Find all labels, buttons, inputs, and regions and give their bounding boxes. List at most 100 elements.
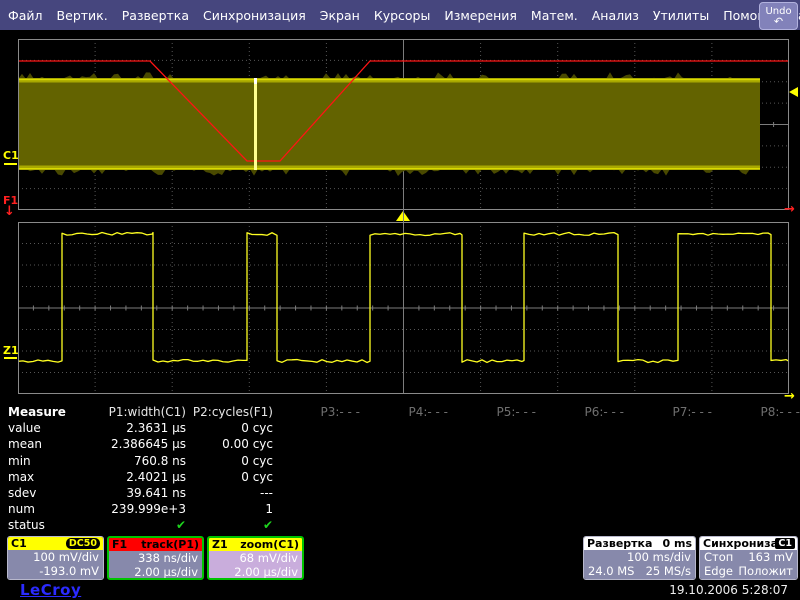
measure-value-p6-status xyxy=(536,517,624,533)
measure-col-header-p1[interactable]: P1:width(C1) xyxy=(108,404,186,420)
measure-value-p4-max xyxy=(360,469,448,485)
menu-item-measure[interactable]: Измерения xyxy=(444,8,517,23)
trigger-descriptor[interactable]: Синхронизац C1 Стоп 163 mV Edge Положит xyxy=(699,536,798,580)
menu-bar: Файл Вертик. Развертка Синхронизация Экр… xyxy=(0,0,800,30)
menu-item-vertical[interactable]: Вертик. xyxy=(57,8,108,23)
measure-col-header-p6[interactable]: P6:- - - xyxy=(536,404,624,420)
menu-item-timebase[interactable]: Развертка xyxy=(122,8,189,23)
measure-col-header-p5[interactable]: P5:- - - xyxy=(448,404,536,420)
undo-button[interactable]: Undo ↶ xyxy=(759,2,798,30)
measure-value-p7-status xyxy=(624,517,712,533)
measure-value-p8-status xyxy=(712,517,800,533)
measure-value-p4-min xyxy=(360,453,448,469)
measure-col-header-p3[interactable]: P3:- - - xyxy=(273,404,360,420)
measure-value-p2-mean: 0.00 cyc xyxy=(186,436,273,452)
top-waveform-grid[interactable] xyxy=(18,39,789,210)
trigger-level-marker-icon[interactable] xyxy=(789,87,798,97)
z1-box-title: Z1 xyxy=(212,538,228,551)
c1-volts-per-div: 100 mV/div xyxy=(12,550,99,564)
trigger-level: 163 mV xyxy=(748,550,793,564)
c1-trace-label[interactable]: C1 xyxy=(3,150,19,161)
measure-value-p4-num xyxy=(360,501,448,517)
measure-value-p1-status: ✔ xyxy=(108,517,186,533)
measure-value-p8-mean xyxy=(712,436,800,452)
measure-value-p3-mean xyxy=(273,436,360,452)
measure-value-p5-num xyxy=(448,501,536,517)
z1-horizontal-scale: 2.00 µs/div xyxy=(213,565,298,579)
measure-value-p1-value: 2.3631 µs xyxy=(108,420,186,436)
measure-row-label: max xyxy=(8,469,108,485)
timebase-descriptor[interactable]: Развертка 0 ms 100 ms/div 24.0 MS 25 MS/… xyxy=(583,536,696,580)
oscilloscope-screen: Файл Вертик. Развертка Синхронизация Экр… xyxy=(0,0,800,600)
trigger-slope: Положит xyxy=(738,564,793,578)
measure-col-header-p4[interactable]: P4:- - - xyxy=(360,404,448,420)
timebase-samplerate: 25 MS/s xyxy=(646,564,691,578)
measure-value-p8-sdev xyxy=(712,485,800,501)
trace-descriptor-z1[interactable]: Z1 zoom(C1) 68 mV/div 2.00 µs/div xyxy=(207,536,304,580)
measure-value-p1-num: 239.999e+3 xyxy=(108,501,186,517)
f1-box-title: F1 xyxy=(112,538,127,551)
undo-arrow-icon: ↶ xyxy=(774,17,783,27)
measure-row-label: value xyxy=(8,420,108,436)
measure-value-p3-num xyxy=(273,501,360,517)
menu-item-math[interactable]: Матем. xyxy=(531,8,578,23)
menu-item-cursors[interactable]: Курсоры xyxy=(374,8,431,23)
measure-value-p5-value xyxy=(448,420,536,436)
trace-descriptor-f1[interactable]: F1 track(P1) 338 ns/div 2.00 µs/div xyxy=(107,536,204,580)
menu-item-analysis[interactable]: Анализ xyxy=(592,8,639,23)
measure-col-header-p8[interactable]: P8:- - - xyxy=(712,404,800,420)
measure-value-p3-min xyxy=(273,453,360,469)
measure-value-p2-max: 0 cyc xyxy=(186,469,273,485)
z1-function: zoom(C1) xyxy=(240,538,299,551)
measure-title: Measure xyxy=(8,404,108,420)
trigger-source-badge: C1 xyxy=(775,538,795,549)
measure-value-p4-mean xyxy=(360,436,448,452)
measure-value-p3-status xyxy=(273,517,360,533)
measure-value-p7-min xyxy=(624,453,712,469)
measure-table: MeasureP1:width(C1)P2:cycles(F1)P3:- - -… xyxy=(8,404,794,534)
f1-offscreen-right-arrow-icon: → xyxy=(784,203,795,216)
measure-row-label: status xyxy=(8,517,108,533)
menu-item-utilities[interactable]: Утилиты xyxy=(653,8,709,23)
measure-col-header-p2[interactable]: P2:cycles(F1) xyxy=(186,404,273,420)
z1-vertical-scale: 68 mV/div xyxy=(213,551,298,565)
measure-value-p5-max xyxy=(448,469,536,485)
measure-row-label: mean xyxy=(8,436,108,452)
measure-value-p7-value xyxy=(624,420,712,436)
measure-row-label: num xyxy=(8,501,108,517)
measure-value-p1-mean: 2.386645 µs xyxy=(108,436,186,452)
timebase-samples: 24.0 MS xyxy=(588,564,634,578)
measure-value-p4-value xyxy=(360,420,448,436)
c1-box-title: C1 xyxy=(11,537,27,550)
z1-trace-label[interactable]: Z1 xyxy=(3,345,19,356)
measure-col-header-p7[interactable]: P7:- - - xyxy=(624,404,712,420)
center-gridline-joint xyxy=(403,209,404,222)
menu-item-file[interactable]: Файл xyxy=(8,8,43,23)
c1-coupling-badge: DC50 xyxy=(66,538,100,549)
measure-value-p6-min xyxy=(536,453,624,469)
measure-value-p7-max xyxy=(624,469,712,485)
measure-value-p1-sdev: 39.641 ns xyxy=(108,485,186,501)
measure-value-p6-max xyxy=(536,469,624,485)
measure-value-p2-min: 0 cyc xyxy=(186,453,273,469)
lecroy-logo: LeCroy xyxy=(20,581,81,599)
timebase-title: Развертка xyxy=(587,537,652,550)
trigger-type: Edge xyxy=(704,564,733,578)
measure-value-p7-mean xyxy=(624,436,712,452)
measure-value-p2-num: 1 xyxy=(186,501,273,517)
c1-level-marker xyxy=(4,163,17,165)
measure-value-p3-sdev xyxy=(273,485,360,501)
z1-offscreen-right-arrow-icon: → xyxy=(784,390,795,403)
timebase-scale: 100 ms/div xyxy=(588,550,691,564)
measure-value-p3-max xyxy=(273,469,360,485)
measure-value-p8-min xyxy=(712,453,800,469)
menu-item-display[interactable]: Экран xyxy=(320,8,360,23)
f1-vertical-scale: 338 ns/div xyxy=(113,551,198,565)
f1-horizontal-scale: 2.00 µs/div xyxy=(113,565,198,579)
menu-item-trigger[interactable]: Синхронизация xyxy=(203,8,306,23)
measure-value-p3-value xyxy=(273,420,360,436)
measure-value-p8-num xyxy=(712,501,800,517)
bottom-waveform-grid[interactable] xyxy=(18,222,789,394)
channel-descriptor-c1[interactable]: C1 DC50 100 mV/div -193.0 mV xyxy=(7,536,104,580)
measure-value-p4-status xyxy=(360,517,448,533)
